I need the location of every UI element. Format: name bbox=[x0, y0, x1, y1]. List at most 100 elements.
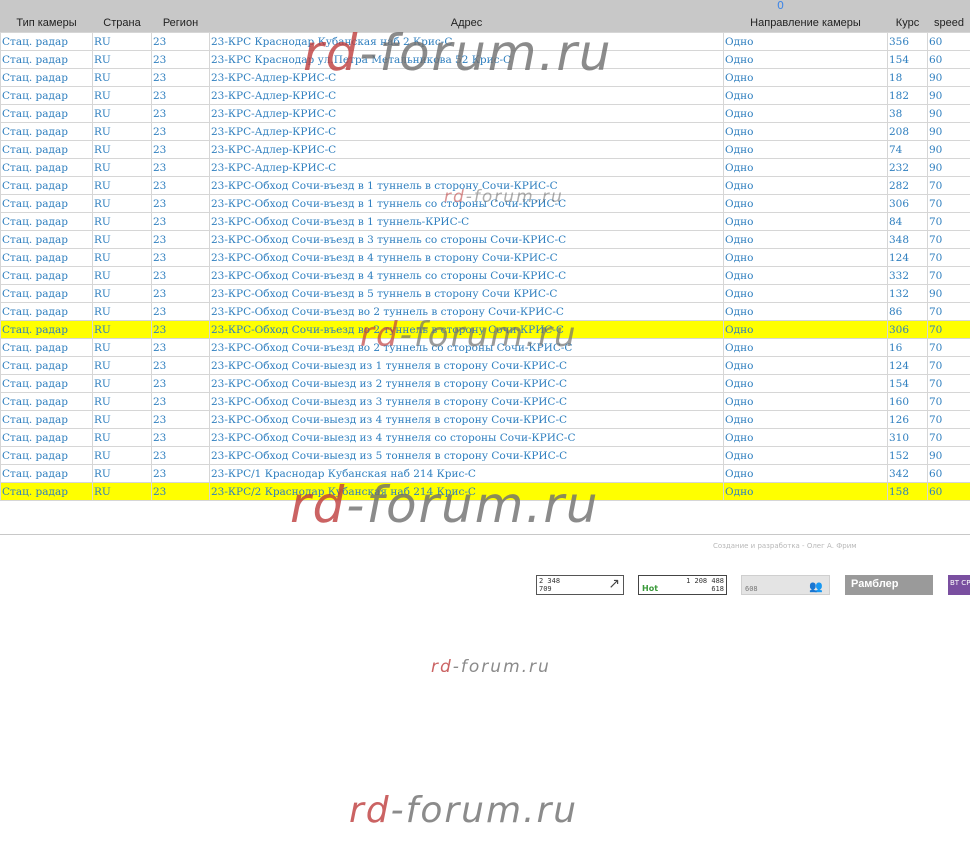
cell-direction-link[interactable]: Одно bbox=[725, 396, 753, 408]
table-row[interactable]: Стац. радар RU 23 23-КРС-Обход Сочи-выезд и… bbox=[0, 374, 970, 393]
table-row[interactable]: Стац. радар RU 23 23-КРС-Обход Сочи-выезд и… bbox=[0, 446, 970, 465]
col-header-region[interactable]: Регион bbox=[152, 14, 210, 33]
cell-course-link[interactable]: 38 bbox=[889, 108, 902, 120]
cell-country-link[interactable]: RU bbox=[94, 306, 111, 318]
cell-address-link[interactable]: 23-КРС-Обход Сочи-въезд в 1 туннель со с… bbox=[211, 198, 566, 210]
cell-speed-link[interactable]: 90 bbox=[929, 288, 942, 300]
cell-region-link[interactable]: 23 bbox=[153, 126, 166, 138]
table-row[interactable]: Стац. радар RU 23 23-КРС-Адлер-КРИС-С Одно 38… bbox=[0, 104, 970, 123]
cell-direction-link[interactable]: Одно bbox=[725, 126, 753, 138]
cell-country-link[interactable]: RU bbox=[94, 288, 111, 300]
cell-speed-link[interactable]: 70 bbox=[929, 396, 942, 408]
col-header-country[interactable]: Страна bbox=[93, 14, 152, 33]
col-header-direction[interactable]: Направление камеры bbox=[724, 14, 888, 33]
cell-type-link[interactable]: Стац. радар bbox=[2, 180, 68, 192]
cell-speed-link[interactable]: 60 bbox=[929, 36, 942, 48]
cell-country-link[interactable]: RU bbox=[94, 252, 111, 264]
cell-country-link[interactable]: RU bbox=[94, 144, 111, 156]
cell-direction-link[interactable]: Одно bbox=[725, 468, 753, 480]
table-row[interactable]: Стац. радар RU 23 23-КРС/2 Краснодар Кубанс… bbox=[0, 482, 970, 501]
cell-country-link[interactable]: RU bbox=[94, 72, 111, 84]
cell-address-link[interactable]: 23-КРС/2 Краснодар Кубанская наб 214 Кри… bbox=[211, 486, 476, 498]
cell-type-link[interactable]: Стац. радар bbox=[2, 324, 68, 336]
cell-direction-link[interactable]: Одно bbox=[725, 108, 753, 120]
cell-speed-link[interactable]: 70 bbox=[929, 342, 942, 354]
cell-type-link[interactable]: Стац. радар bbox=[2, 270, 68, 282]
cell-speed-link[interactable]: 70 bbox=[929, 234, 942, 246]
cell-direction-link[interactable]: Одно bbox=[725, 54, 753, 66]
cell-address-link[interactable]: 23-КРС-Адлер-КРИС-С bbox=[211, 126, 336, 138]
table-row[interactable]: Стац. радар RU 23 23-КРС-Обход Сочи-выезд и… bbox=[0, 392, 970, 411]
table-row[interactable]: Стац. радар RU 23 23-КРС-Адлер-КРИС-С Одно 74… bbox=[0, 140, 970, 159]
cell-country-link[interactable]: RU bbox=[94, 216, 111, 228]
cell-region-link[interactable]: 23 bbox=[153, 306, 166, 318]
cell-type-link[interactable]: Стац. радар bbox=[2, 378, 68, 390]
cell-speed-link[interactable]: 90 bbox=[929, 162, 942, 174]
table-row[interactable]: Стац. радар RU 23 23-КРС Краснодар Кубанска… bbox=[0, 32, 970, 51]
cell-region-link[interactable]: 23 bbox=[153, 360, 166, 372]
cell-region-link[interactable]: 23 bbox=[153, 324, 166, 336]
cell-country-link[interactable]: RU bbox=[94, 162, 111, 174]
cell-direction-link[interactable]: Одно bbox=[725, 324, 753, 336]
cell-course-link[interactable]: 306 bbox=[889, 198, 909, 210]
cell-speed-link[interactable]: 70 bbox=[929, 216, 942, 228]
cell-speed-link[interactable]: 60 bbox=[929, 486, 942, 498]
table-row[interactable]: Стац. радар RU 23 23-КРС-Обход Сочи-въезд в… bbox=[0, 194, 970, 213]
cell-address-link[interactable]: 23-КРС-Обход Сочи-въезд в 1 туннель в ст… bbox=[211, 180, 558, 192]
cell-direction-link[interactable]: Одно bbox=[725, 306, 753, 318]
cell-type-link[interactable]: Стац. радар bbox=[2, 342, 68, 354]
cell-direction-link[interactable]: Одно bbox=[725, 432, 753, 444]
cell-direction-link[interactable]: Одно bbox=[725, 288, 753, 300]
cell-direction-link[interactable]: Одно bbox=[725, 360, 753, 372]
cell-address-link[interactable]: 23-КРС Краснодар Кубанская наб 2 Крис-С bbox=[211, 36, 452, 48]
cell-address-link[interactable]: 23-КРС-Обход Сочи-выезд из 4 туннеля в с… bbox=[211, 414, 567, 426]
cell-region-link[interactable]: 23 bbox=[153, 432, 166, 444]
cell-address-link[interactable]: 23-КРС-Обход Сочи-въезд в 5 туннель в ст… bbox=[211, 288, 557, 300]
cell-course-link[interactable]: 18 bbox=[889, 72, 902, 84]
cell-course-link[interactable]: 16 bbox=[889, 342, 902, 354]
hotlog-counter[interactable]: Hot 1 208 488 618 bbox=[638, 575, 727, 595]
cell-address-link[interactable]: 23-КРС-Адлер-КРИС-С bbox=[211, 144, 336, 156]
cell-course-link[interactable]: 306 bbox=[889, 324, 909, 336]
cell-course-link[interactable]: 154 bbox=[889, 54, 909, 66]
cell-type-link[interactable]: Стац. радар bbox=[2, 432, 68, 444]
cell-course-link[interactable]: 74 bbox=[889, 144, 902, 156]
cell-speed-link[interactable]: 70 bbox=[929, 252, 942, 264]
cell-type-link[interactable]: Стац. радар bbox=[2, 486, 68, 498]
cell-speed-link[interactable]: 90 bbox=[929, 450, 942, 462]
table-row[interactable]: Стац. радар RU 23 23-КРС-Обход Сочи-въезд в… bbox=[0, 248, 970, 267]
cell-type-link[interactable]: Стац. радар bbox=[2, 72, 68, 84]
cell-course-link[interactable]: 126 bbox=[889, 414, 909, 426]
cell-country-link[interactable]: RU bbox=[94, 414, 111, 426]
cell-speed-link[interactable]: 60 bbox=[929, 468, 942, 480]
cell-address-link[interactable]: 23-КРС-Обход Сочи-выезд из 5 тоннеля в с… bbox=[211, 450, 567, 462]
cell-direction-link[interactable]: Одно bbox=[725, 72, 753, 84]
cell-type-link[interactable]: Стац. радар bbox=[2, 144, 68, 156]
cell-direction-link[interactable]: Одно bbox=[725, 144, 753, 156]
cell-region-link[interactable]: 23 bbox=[153, 468, 166, 480]
cell-country-link[interactable]: RU bbox=[94, 432, 111, 444]
cell-address-link[interactable]: 23-КРС-Адлер-КРИС-С bbox=[211, 72, 336, 84]
cell-direction-link[interactable]: Одно bbox=[725, 234, 753, 246]
table-row[interactable]: Стац. радар RU 23 23-КРС-Обход Сочи-въезд в… bbox=[0, 302, 970, 321]
cell-address-link[interactable]: 23-КРС-Адлер-КРИС-С bbox=[211, 108, 336, 120]
cell-country-link[interactable]: RU bbox=[94, 378, 111, 390]
cell-type-link[interactable]: Стац. радар bbox=[2, 468, 68, 480]
table-row[interactable]: Стац. радар RU 23 23-КРС-Обход Сочи-въезд в… bbox=[0, 176, 970, 195]
extra-counter[interactable]: BT CP bbox=[948, 575, 970, 595]
cell-course-link[interactable]: 158 bbox=[889, 486, 909, 498]
cell-course-link[interactable]: 182 bbox=[889, 90, 909, 102]
cell-course-link[interactable]: 208 bbox=[889, 126, 909, 138]
cell-country-link[interactable]: RU bbox=[94, 36, 111, 48]
cell-speed-link[interactable]: 60 bbox=[929, 54, 942, 66]
table-row[interactable]: Стац. радар RU 23 23-КРС/1 Краснодар Кубанс… bbox=[0, 464, 970, 483]
cell-course-link[interactable]: 152 bbox=[889, 450, 909, 462]
table-row[interactable]: Стац. радар RU 23 23-КРС-Адлер-КРИС-С Одно 20… bbox=[0, 122, 970, 141]
cell-address-link[interactable]: 23-КРС-Обход Сочи-въезд во 2 туннель в с… bbox=[211, 306, 564, 318]
cell-direction-link[interactable]: Одно bbox=[725, 36, 753, 48]
cell-type-link[interactable]: Стац. радар bbox=[2, 252, 68, 264]
liveinternet-counter[interactable]: 2 348 709 ↗ bbox=[536, 575, 624, 595]
cell-address-link[interactable]: 23-КРС-Адлер-КРИС-С bbox=[211, 90, 336, 102]
cell-region-link[interactable]: 23 bbox=[153, 288, 166, 300]
cell-speed-link[interactable]: 90 bbox=[929, 144, 942, 156]
